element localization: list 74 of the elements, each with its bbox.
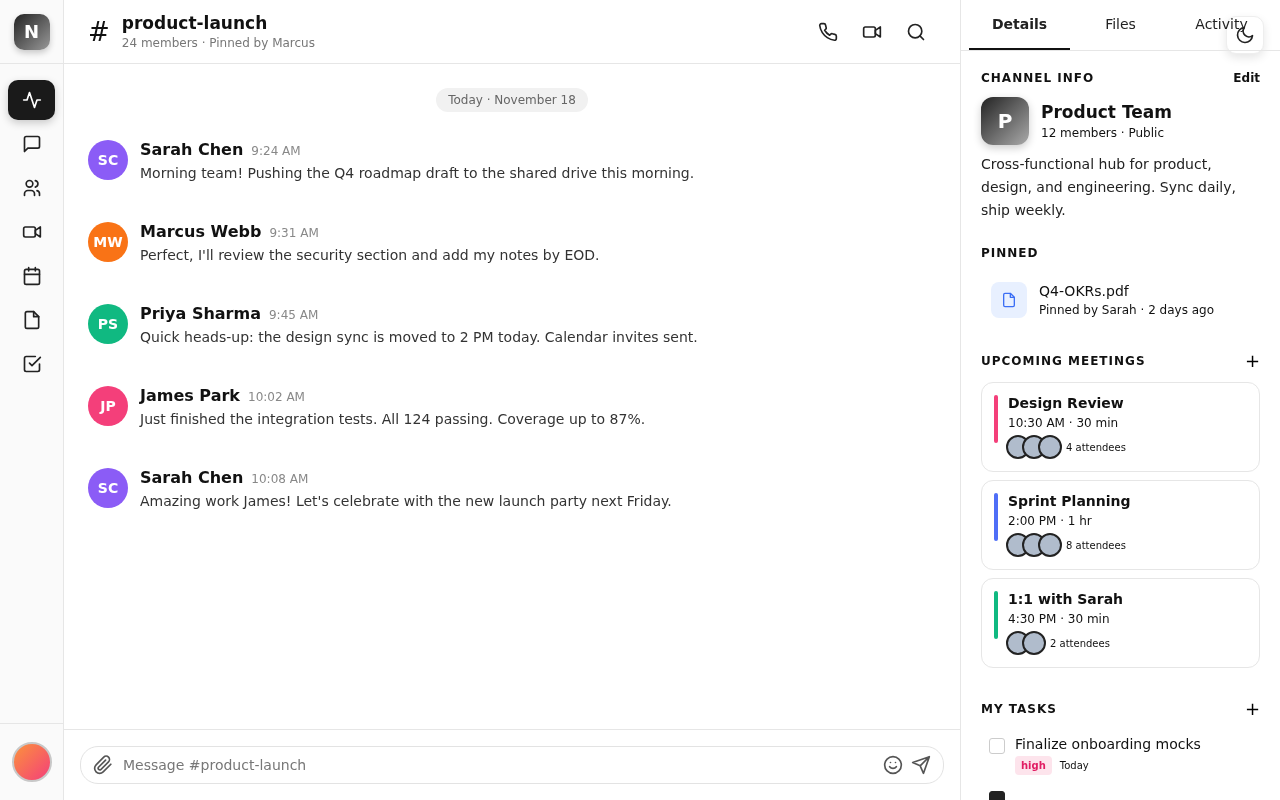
message-author: Priya Sharma [140, 304, 261, 323]
chat-bubble-icon [21, 134, 42, 154]
attendee-avatars [1006, 631, 1046, 655]
calendar-icon [21, 266, 42, 286]
attendee-avatars [1006, 533, 1062, 557]
meeting-card[interactable]: Sprint Planning 2:00 PM · 1 hr 8 attendees [981, 480, 1260, 570]
add-meeting-button[interactable]: + [1244, 352, 1260, 370]
team-meta: 12 members · Public [1041, 126, 1165, 140]
meeting-title: Design Review [1008, 395, 1125, 411]
pinned-file-meta: Pinned by Sarah · 2 days ago [1039, 303, 1215, 317]
channel-hash-icon: # [88, 16, 110, 47]
meeting-card[interactable]: Design Review 10:30 AM · 30 min 4 attendees [981, 382, 1260, 472]
meeting-time: 10:30 AM · 30 min [1008, 416, 1120, 430]
emoji-icon[interactable] [883, 755, 903, 775]
checkbox-icon [21, 354, 42, 374]
section-heading: MY TASKS [981, 702, 1057, 716]
attendee-count: 8 attendees [1066, 539, 1126, 551]
message-input[interactable]: Message #product-launch [121, 756, 875, 774]
message-time: 9:24 AM [251, 144, 301, 158]
message-time: 10:08 AM [251, 472, 309, 486]
meeting-time: 2:00 PM · 1 hr [1008, 514, 1093, 528]
search-icon [906, 21, 926, 42]
message-text: Perfect, I'll review the security section and add my notes by EOD. [140, 247, 600, 263]
people-icon [21, 178, 42, 198]
message-text: Quick heads-up: the design sync is moved to 2 PM today. Calendar invites sent. [140, 329, 698, 345]
team-name: Product Team [1041, 102, 1172, 122]
activity-icon [21, 90, 42, 110]
avatar: SC [88, 468, 128, 508]
nav-item[interactable] [8, 80, 55, 120]
channel-subtitle: 24 members · Pinned by Marcus [121, 36, 316, 50]
task-title: Finalize onboarding mocks [1015, 736, 1201, 752]
message-text: Just finished the integration tests. All 124 passing. Coverage up to 87%. [140, 411, 646, 427]
attendee-count: 2 attendees [1050, 637, 1110, 649]
attendee-count: 4 attendees [1066, 441, 1126, 453]
message-author: Sarah Chen [140, 468, 244, 487]
send-icon[interactable] [911, 755, 931, 775]
message-text: Morning team! Pushing the Q4 roadmap draft to the shared drive this morning. [140, 165, 695, 181]
file-icon [991, 282, 1027, 318]
workspace-logo[interactable]: N [13, 13, 50, 50]
user-avatar[interactable] [11, 742, 52, 782]
message-time: 10:02 AM [248, 390, 305, 404]
tab[interactable]: Files [1070, 0, 1171, 50]
avatar: SC [88, 140, 128, 180]
team-logo: P [981, 97, 1029, 145]
message-author: James Park [140, 386, 240, 405]
task-due: Today [1059, 760, 1089, 771]
message-author: Sarah Chen [140, 140, 244, 159]
pinned-file-name[interactable]: Q4-OKRs.pdf [1039, 283, 1215, 299]
edit-link[interactable]: Edit [1233, 71, 1260, 85]
tab[interactable]: Details [969, 0, 1070, 50]
channel-name: product-launch [121, 13, 269, 33]
priority-tag: high [1015, 756, 1052, 775]
channel-description: Cross-functional hub for product, design, and engineering. Sync daily, ship weekly. [981, 155, 1237, 220]
message-time: 9:31 AM [269, 226, 319, 240]
meeting-title: 1:1 with Sarah [1008, 591, 1124, 607]
tab[interactable]: Activity [1171, 0, 1272, 50]
message-time: 9:45 AM [268, 308, 319, 322]
add-task-button[interactable]: + [1244, 700, 1260, 718]
avatar: JP [88, 386, 128, 426]
message-author: Marcus Webb [140, 222, 262, 241]
avatar: MW [88, 222, 128, 262]
attendee-avatars [1006, 435, 1062, 459]
section-heading: UPCOMING MEETINGS [981, 354, 1146, 368]
meeting-title: Sprint Planning [1008, 493, 1131, 509]
section-heading: PINNED [981, 246, 1039, 260]
phone-icon [818, 21, 838, 42]
meeting-time: 4:30 PM · 30 min [1008, 612, 1111, 626]
paperclip-icon[interactable] [93, 755, 113, 775]
meeting-card[interactable]: 1:1 with Sarah 4:30 PM · 30 min 2 attendees [981, 578, 1260, 668]
message-text: Amazing work James! Let's celebrate with the new launch party next Friday. [140, 493, 672, 509]
section-heading: CHANNEL INFO [981, 71, 1095, 85]
avatar: PS [88, 304, 128, 344]
message-field[interactable]: Message #product-launch [80, 746, 944, 784]
date-divider: Today · November 18 [436, 88, 588, 112]
